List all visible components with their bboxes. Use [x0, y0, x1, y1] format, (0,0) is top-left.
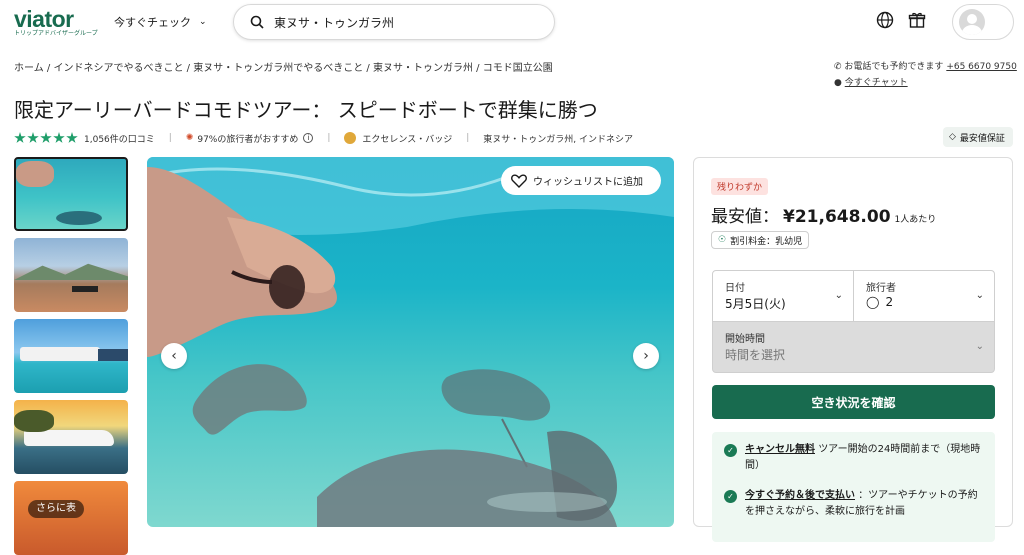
date-label: 日付 [725, 283, 745, 294]
price-row: 最安値： ¥21,648.00 1人あたり [711, 202, 936, 227]
search-icon [250, 15, 264, 29]
chevron-right-icon: › [643, 348, 649, 364]
chevron-left-icon: ‹ [171, 348, 177, 364]
chevron-down-icon: ⌄ [975, 341, 984, 352]
price-label: 最安値： [711, 207, 779, 227]
pay-later-link[interactable]: 今すぐ予約＆後で支払い [745, 490, 855, 501]
date-picker[interactable]: 日付 5月5日(火) ⌄ [712, 270, 854, 322]
booking-benefits: ✓ キャンセル無料 ツアー開始の24時間前まで（現地時間） ✓ 今すぐ予約＆後で… [712, 432, 995, 542]
travelers-picker[interactable]: 旅行者 ◯ 2 ⌄ [853, 270, 995, 322]
chat-link[interactable]: 今すぐチャット [845, 78, 908, 88]
more-photos-label[interactable]: さらに表 [28, 500, 84, 518]
gallery-thumbnail[interactable] [14, 157, 128, 231]
price-value: ¥21,648.00 [783, 207, 891, 227]
breadcrumb-item[interactable]: ホーム [14, 63, 44, 74]
star-icon [40, 132, 52, 143]
star-icon [66, 132, 78, 143]
recommend-icon: ✺ [185, 133, 194, 143]
chevron-down-icon: ⌄ [199, 17, 207, 27]
check-availability-button[interactable]: 空き状況を確認 [712, 385, 995, 419]
breadcrumb: ホーム / インドネシアでやるべきこと / 東ヌサ・トゥンガラ州でやるべきこと … [14, 63, 553, 74]
review-count[interactable]: 1,056件の口コミ [84, 132, 155, 145]
time-placeholder: 時間を選択 [725, 348, 786, 362]
header: viator トリップアドバイザーグループ 今すぐチェック ⌄ 東ヌサ・トゥンガ… [0, 0, 1024, 46]
next-photo-button[interactable]: › [633, 343, 659, 369]
gallery-thumbnail[interactable] [14, 481, 128, 555]
breadcrumb-item[interactable]: コモド国立公園 [483, 63, 553, 74]
tag-icon: ◇ [949, 132, 956, 142]
account-menu[interactable] [952, 4, 1014, 40]
wishlist-label: ウィッシュリストに追加 [533, 177, 643, 188]
price-guarantee[interactable]: ◇ 最安値保証 [943, 127, 1013, 147]
per-person-text: 1人あたり [894, 215, 937, 225]
underwater-stingray-image [147, 157, 674, 527]
date-value: 5月5日(火) [725, 297, 786, 311]
phone-text: お電話でも予約できます [844, 62, 944, 72]
breadcrumb-item[interactable]: 東ヌサ・トゥンガラ州 [373, 63, 473, 74]
wishlist-button[interactable]: ウィッシュリストに追加 [501, 166, 661, 195]
time-label: 開始時間 [725, 334, 765, 345]
chat-icon: ● [834, 78, 842, 88]
star-icon [53, 132, 65, 143]
phone-number-link[interactable]: +65 6670 9750 [946, 62, 1017, 72]
explore-menu[interactable]: 今すぐチェック ⌄ [114, 14, 207, 30]
globe-icon[interactable] [876, 11, 894, 29]
explore-label: 今すぐチェック [114, 16, 191, 29]
discount-icon: ☉ [718, 235, 727, 245]
info-icon[interactable]: i [303, 133, 314, 143]
rating-stars[interactable] [14, 132, 78, 144]
chevron-down-icon: ⌄ [834, 290, 843, 301]
excellence-badge: エクセレンス・バッジ [362, 134, 453, 145]
contact-box: ✆ お電話でも予約できます +65 6670 9750 ● 今すぐチャット [834, 59, 1017, 91]
location-text: 東ヌサ・トゥンガラ州, インドネシア [483, 134, 634, 145]
search-value: 東ヌサ・トゥンガラ州 [274, 15, 395, 30]
recommend-text: 97%の旅行者がおすすめ [197, 134, 299, 145]
breadcrumb-item[interactable]: 東ヌサ・トゥンガラ州でやるべきこと [193, 63, 363, 74]
free-cancel-link[interactable]: キャンセル無料 [745, 444, 815, 455]
main-photo[interactable] [147, 157, 674, 527]
gallery-thumbnail[interactable] [14, 400, 128, 474]
gallery-thumbnail[interactable] [14, 238, 128, 312]
time-select[interactable]: 開始時間 時間を選択 ⌄ [712, 321, 995, 373]
person-icon: ◯ [866, 295, 880, 309]
free-cancel-row: ✓ キャンセル無料 ツアー開始の24時間前まで（現地時間） [724, 442, 984, 474]
page-title: 限定アーリーバードコモドツアー： スピードボートで群集に勝つ [14, 98, 598, 122]
avatar-icon [959, 9, 985, 35]
travelers-value: ◯ 2 [866, 295, 894, 309]
breadcrumb-item[interactable]: インドネシアでやるべきこと [53, 63, 183, 74]
badge-icon [344, 132, 357, 144]
chevron-down-icon: ⌄ [975, 290, 984, 301]
check-icon: ✓ [724, 490, 737, 503]
phone-icon: ✆ [834, 62, 842, 72]
prev-photo-button[interactable]: ‹ [161, 343, 187, 369]
travelers-label: 旅行者 [866, 283, 896, 294]
booking-panel: 残りわずか 最安値： ¥21,648.00 1人あたり ☉ 割引料金：乳幼児 日… [693, 157, 1013, 542]
heart-icon [511, 173, 527, 188]
discount-tag: ☉ 割引料金：乳幼児 [711, 231, 810, 249]
gift-icon[interactable] [908, 11, 926, 29]
pay-later-row: ✓ 今すぐ予約＆後で支払い ：ツアーやチケットの予約を押さえながら、柔軟に旅行を… [724, 488, 984, 520]
logo-subtitle: トリップアドバイザーグループ [14, 30, 98, 37]
gallery-thumbnail[interactable] [14, 319, 128, 393]
product-meta: 1,056件の口コミ | ✺ 97%の旅行者がおすすめ i | エクセレンス・バ… [14, 130, 633, 146]
star-icon [14, 132, 26, 143]
star-icon [27, 132, 39, 143]
scarcity-badge: 残りわずか [711, 178, 769, 195]
check-icon: ✓ [724, 444, 737, 457]
search-input[interactable]: 東ヌサ・トゥンガラ州 [233, 4, 555, 40]
